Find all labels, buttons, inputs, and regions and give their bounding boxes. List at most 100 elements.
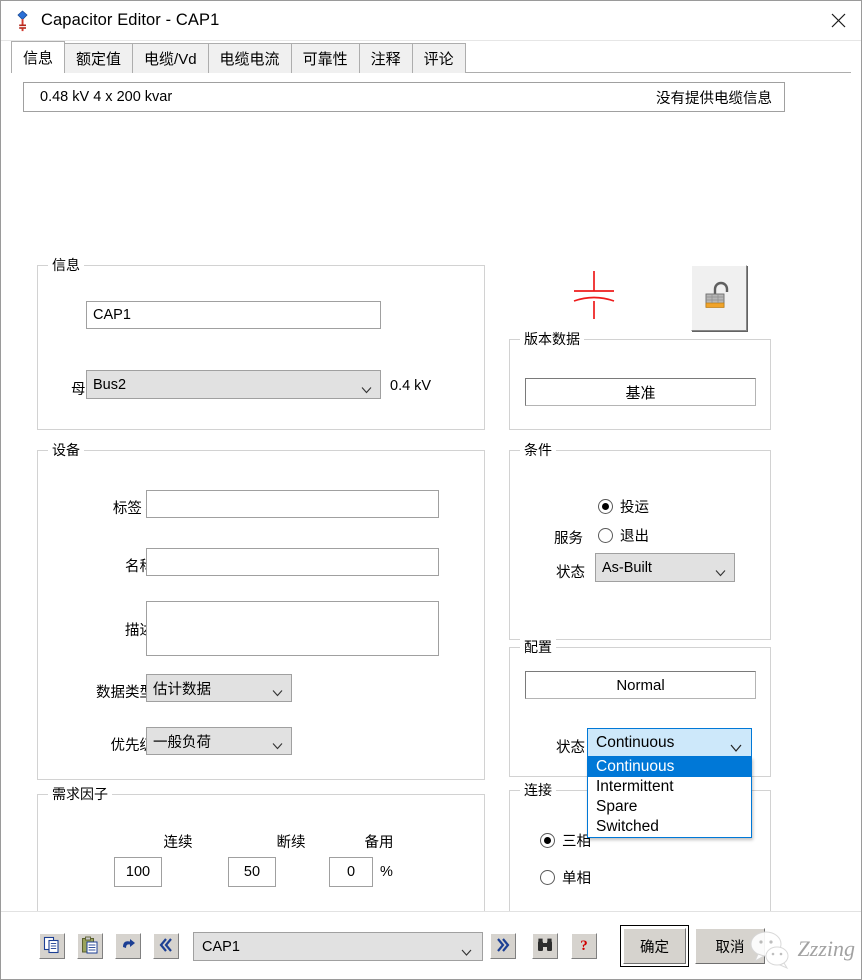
dropdown-option-label: Intermittent — [596, 778, 674, 795]
condition-state-combobox[interactable]: As-Built — [595, 553, 735, 582]
tab-label: 电缆电流 — [220, 48, 280, 69]
tab-info[interactable]: 信息 — [11, 41, 65, 73]
radio-indicator — [540, 870, 555, 885]
connection-single-phase-label: 单相 — [562, 867, 591, 888]
tab-cable-amp[interactable]: 电缆电流 — [208, 43, 292, 73]
rating-summary-text: 0.48 kV 4 x 200 kvar — [40, 89, 172, 105]
binoculars-icon — [536, 937, 554, 956]
tab-comment[interactable]: 评论 — [412, 43, 466, 73]
dropdown-option-label: Switched — [596, 818, 659, 835]
demand-col-continuous-label: 连续 — [150, 831, 206, 852]
description-input[interactable] — [146, 601, 439, 656]
configuration-state-combobox[interactable]: Continuous — [587, 728, 752, 757]
form-body: 信息 ID CAP1 母线 Bus2 0.4 kV 设备 标签 # 名称 — [1, 112, 861, 911]
demand-intermittent-value: 50 — [244, 864, 260, 880]
next-record-button[interactable] — [490, 933, 516, 959]
bus-combobox[interactable]: Bus2 — [86, 370, 381, 399]
datatype-label: 数据类型 — [56, 681, 154, 702]
capacitor-editor-window: Capacitor Editor - CAP1 信息 额定值 电缆/Vd 电缆电… — [0, 0, 862, 980]
ok-label: 确定 — [640, 936, 669, 957]
demand-continuous-value: 100 — [126, 864, 150, 880]
capacitor-symbol-icon — [566, 269, 622, 324]
priority-combobox[interactable]: 一般负荷 — [146, 727, 292, 755]
revision-base-label: 基准 — [625, 382, 655, 403]
priority-label: 优先级 — [76, 734, 154, 755]
element-nav-combobox[interactable]: CAP1 — [193, 932, 483, 961]
demand-intermittent-input[interactable]: 50 — [228, 857, 276, 887]
service-label: 服务 — [554, 527, 583, 548]
bus-value: Bus2 — [93, 377, 126, 393]
find-button[interactable] — [532, 933, 558, 959]
dropdown-option-label: Spare — [596, 798, 637, 815]
chevron-down-icon — [715, 564, 726, 571]
configuration-group-legend: 配置 — [520, 638, 556, 656]
connection-radio-three-phase[interactable]: 三相 — [540, 830, 591, 851]
revision-data-group: 版本数据 基准 — [509, 339, 771, 430]
tab-label: 可靠性 — [303, 48, 348, 69]
tab-strip: 信息 额定值 电缆/Vd 电缆电流 可靠性 注释 评论 — [1, 41, 861, 73]
next-icon — [495, 937, 511, 956]
capacitor-icon — [13, 10, 33, 32]
service-radio-out-of-service[interactable]: 退出 — [598, 525, 649, 546]
bus-kv-value: 0.4 kV — [390, 378, 431, 394]
tab-label: 信息 — [23, 47, 53, 68]
demand-continuous-input[interactable]: 100 — [114, 857, 162, 887]
close-button[interactable] — [815, 1, 861, 40]
paste-icon — [81, 936, 99, 957]
paste-button[interactable] — [77, 933, 103, 959]
ok-button[interactable]: 确定 — [623, 928, 686, 964]
demand-unit-label: % — [380, 864, 393, 880]
id-value: CAP1 — [93, 307, 131, 323]
configuration-normal-label: Normal — [616, 677, 664, 694]
configuration-state-label: 状态 — [556, 736, 585, 757]
dropdown-option-continuous[interactable]: Continuous — [588, 757, 751, 777]
previous-record-button[interactable] — [153, 933, 179, 959]
help-icon: ? — [580, 938, 588, 955]
condition-state-value: As-Built — [602, 560, 652, 576]
configuration-state-dropdown-list[interactable]: Continuous Intermittent Spare Switched — [587, 757, 752, 838]
tab-reliability[interactable]: 可靠性 — [291, 43, 360, 73]
dropdown-option-label: Continuous — [596, 758, 674, 775]
id-input[interactable]: CAP1 — [86, 301, 381, 329]
configuration-normal-button[interactable]: Normal — [525, 671, 756, 699]
info-group: 信息 ID CAP1 母线 Bus2 0.4 kV — [37, 265, 485, 430]
tab-label: 电缆/Vd — [144, 48, 197, 69]
demand-col-spare-label: 备用 — [351, 831, 407, 852]
summary-bar-wrap: 0.48 kV 4 x 200 kvar 没有提供电缆信息 — [1, 73, 861, 112]
tab-cable-vd[interactable]: 电缆/Vd — [132, 43, 209, 73]
copy-button[interactable] — [39, 933, 65, 959]
tab-rating[interactable]: 额定值 — [64, 43, 133, 73]
chevron-down-icon — [361, 381, 372, 388]
revision-base-button[interactable]: 基准 — [525, 378, 756, 406]
demand-spare-input[interactable]: 0 — [329, 857, 373, 887]
demand-factor-legend: 需求因子 — [48, 785, 112, 803]
dropdown-option-switched[interactable]: Switched — [588, 817, 751, 837]
tag-input[interactable] — [146, 490, 439, 518]
undo-button[interactable] — [115, 933, 141, 959]
datatype-combobox[interactable]: 估计数据 — [146, 674, 292, 702]
demand-factor-group: 需求因子 连续 断续 备用 100 50 0 % — [37, 794, 485, 912]
connection-radio-single-phase[interactable]: 单相 — [540, 867, 591, 888]
lock-toggle-button[interactable] — [691, 265, 747, 331]
cable-info-text: 没有提供电缆信息 — [656, 87, 772, 108]
help-button[interactable]: ? — [571, 933, 597, 959]
dropdown-option-spare[interactable]: Spare — [588, 797, 751, 817]
tab-label: 评论 — [424, 48, 454, 69]
service-radio-in-service[interactable]: 投运 — [598, 496, 649, 517]
datatype-value: 估计数据 — [153, 678, 211, 699]
name-input[interactable] — [146, 548, 439, 576]
configuration-state-value: Continuous — [596, 734, 674, 752]
demand-col-intermittent-label: 断续 — [263, 831, 319, 852]
chevron-down-icon — [730, 739, 742, 747]
equipment-group-legend: 设备 — [48, 441, 84, 459]
chevron-down-icon — [461, 944, 472, 960]
undo-icon — [119, 936, 137, 957]
service-out-label: 退出 — [620, 525, 649, 546]
dropdown-option-intermittent[interactable]: Intermittent — [588, 777, 751, 797]
summary-bar: 0.48 kV 4 x 200 kvar 没有提供电缆信息 — [23, 82, 785, 112]
cancel-button[interactable]: 取消 — [695, 928, 765, 964]
footer-bar: CAP1 — [1, 911, 861, 979]
tag-label: 标签 # — [86, 497, 154, 518]
condition-group: 条件 服务 投运 退出 状态 As-Built — [509, 450, 771, 640]
tab-remarks[interactable]: 注释 — [359, 43, 413, 73]
